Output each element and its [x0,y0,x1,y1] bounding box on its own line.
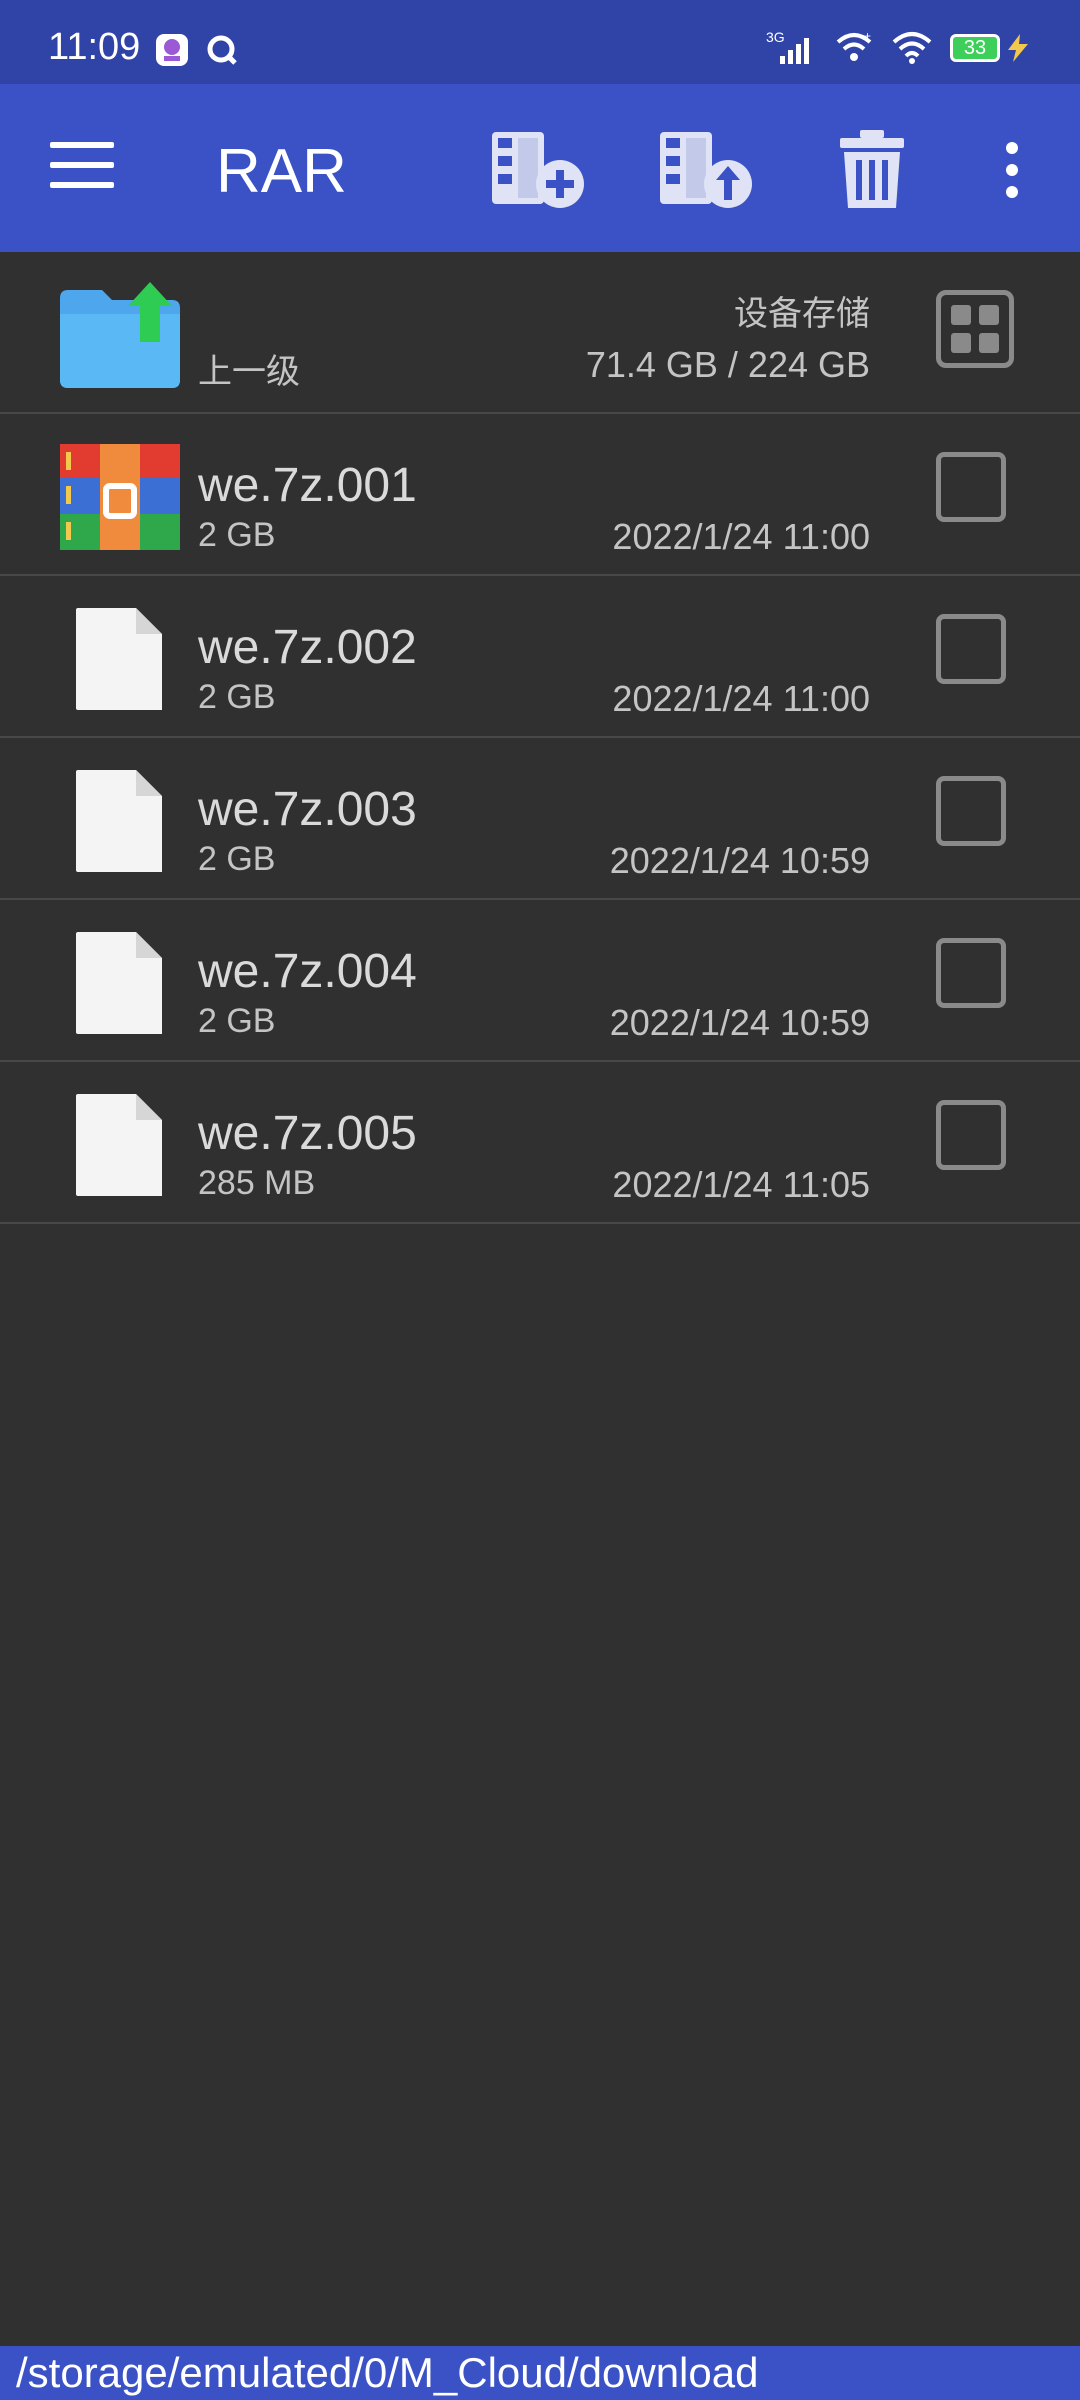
file-date: 2022/1/24 11:05 [612,1164,870,1205]
file-name: we.7z.005 [198,1107,417,1160]
grid-view-button[interactable] [936,290,1014,368]
blank-file-icon [76,1094,162,1196]
blank-file-icon [76,932,162,1034]
wifi-icon [892,32,932,64]
menu-icon[interactable] [50,142,114,194]
app-title: RAR [216,137,347,206]
add-to-archive-button[interactable] [490,128,586,212]
status-bar: 11:09 3G + 33 [0,0,1080,84]
file-size: 285 MB [198,1164,316,1202]
storage-usage: 71.4 GB / 224 GB [585,344,870,385]
file-checkbox[interactable] [936,1100,1006,1170]
file-name: we.7z.001 [198,459,417,512]
file-date: 2022/1/24 11:00 [612,678,870,719]
current-path-bar: /storage/emulated/0/M_Cloud/download [0,2346,1080,2400]
battery-icon: 33 [950,34,1000,62]
file-size: 2 GB [198,1002,276,1040]
blank-file-icon [76,608,162,710]
status-time: 11:09 [48,26,141,68]
file-list: 上一级 设备存储 71.4 GB / 224 GB we.7z.001 2 GB… [0,252,1080,1224]
file-name: we.7z.002 [198,621,417,674]
app-bar: RAR [0,84,1080,252]
file-size: 2 GB [198,516,276,554]
parent-directory-label: 上一级 [198,353,300,391]
file-checkbox[interactable] [936,614,1006,684]
status-system-icons: 3G + 33 [766,28,1032,68]
file-date: 2022/1/24 10:59 [609,1002,870,1043]
file-row[interactable]: we.7z.001 2 GB 2022/1/24 11:00 [0,414,1080,576]
svg-text:+: + [864,30,871,43]
folder-up-icon [60,282,180,388]
rar-archive-icon [60,444,180,550]
file-checkbox[interactable] [936,938,1006,1008]
current-path: /storage/emulated/0/M_Cloud/download [16,2349,759,2396]
trash-icon [840,130,904,208]
wifi-calling-icon: + [836,30,872,61]
file-size: 2 GB [198,678,276,716]
blank-file-icon [76,770,162,872]
archive-extract-icon [660,132,752,208]
file-date: 2022/1/24 11:00 [612,516,870,557]
extract-archive-button[interactable] [658,128,754,212]
file-row[interactable]: we.7z.005 285 MB 2022/1/24 11:05 [0,1062,1080,1224]
file-checkbox[interactable] [936,452,1006,522]
status-notification-icons [154,32,240,68]
file-size: 2 GB [198,840,276,878]
grid-view-icon [951,305,999,353]
delete-button[interactable] [836,128,932,212]
battery-level: 33 [963,36,987,59]
storage-name: 设备存储 [734,295,870,333]
archive-add-icon [492,132,584,208]
search-app-icon [207,35,237,65]
file-checkbox[interactable] [936,776,1006,846]
battery-indicator: 33 [950,32,1032,64]
file-name: we.7z.004 [198,945,417,998]
more-options-icon[interactable] [1000,142,1024,202]
app-notification-icon [156,34,188,66]
charging-bolt-icon [1008,34,1028,62]
file-row[interactable]: we.7z.003 2 GB 2022/1/24 10:59 [0,738,1080,900]
cellular-signal-icon: 3G [766,29,809,64]
file-date: 2022/1/24 10:59 [609,840,870,881]
parent-directory-row[interactable]: 上一级 设备存储 71.4 GB / 224 GB [0,252,1080,414]
file-name: we.7z.003 [198,783,417,836]
file-row[interactable]: we.7z.002 2 GB 2022/1/24 11:00 [0,576,1080,738]
network-type: 3G [766,29,785,45]
file-row[interactable]: we.7z.004 2 GB 2022/1/24 10:59 [0,900,1080,1062]
